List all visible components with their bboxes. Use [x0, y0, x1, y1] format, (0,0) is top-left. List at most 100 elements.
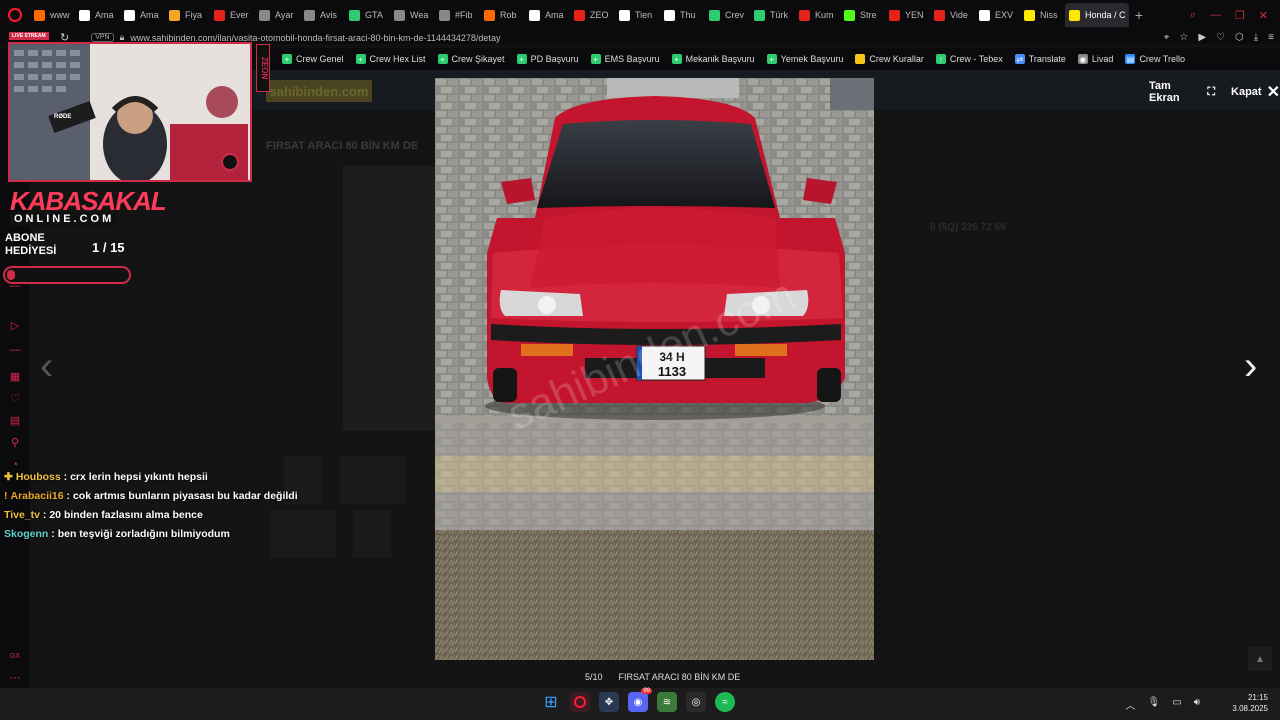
bookmark-item[interactable]: ◉ Livad [1077, 54, 1113, 64]
spotify-icon[interactable]: ≈ [715, 692, 735, 712]
close-icon: ✕ [1266, 84, 1280, 101]
tab-label: Honda / C [1085, 10, 1126, 20]
tab-label: Ama [545, 10, 564, 20]
thumbnail[interactable] [353, 510, 391, 558]
maximize-button[interactable]: ❐ [1235, 9, 1245, 22]
windows-start-icon[interactable]: ⊞ [541, 692, 561, 712]
minimize-button[interactable]: — [1210, 9, 1221, 22]
scroll-top-button[interactable]: ▲ [1248, 647, 1272, 671]
tab-favicon-icon [349, 9, 360, 21]
tab-20[interactable]: Vide [930, 3, 975, 27]
chat-message: ! Arabacii16 : cok artmıs bunların piyasa… [4, 487, 298, 506]
tab-4[interactable]: Ever [210, 3, 255, 27]
car-photo-image: 34 H 1133 sahibinden.com [435, 78, 874, 660]
bookmark-item[interactable]: + Crew Hex List [355, 54, 426, 64]
opera-menu-button[interactable] [0, 0, 30, 30]
tab-1[interactable]: Ama [75, 3, 120, 27]
display-tray-icon[interactable]: ▭ [1172, 697, 1181, 712]
tab-16[interactable]: Türk [750, 3, 795, 27]
webcam-image: RØDE [10, 44, 250, 180]
tab-6[interactable]: Avis [300, 3, 345, 27]
bookmark-item[interactable]: ↑ Crew - Tebex [935, 54, 1003, 64]
taskbar-clock[interactable]: 21:15 3.08.2025 [1232, 692, 1268, 714]
extensions-icon[interactable]: ⬡ [1235, 32, 1244, 43]
bookmark-item[interactable]: + Yemek Başvuru [766, 54, 843, 64]
tab-active[interactable]: Honda / C [1065, 3, 1129, 27]
player-icon[interactable]: ▷ [9, 320, 21, 332]
window-controls: ⌕ — ❐ ✕ [1178, 9, 1280, 22]
tab-21[interactable]: EXV [975, 3, 1020, 27]
next-photo-button[interactable]: › [1244, 346, 1257, 386]
search-tabs-icon[interactable]: ⌕ [1190, 9, 1196, 22]
bookmark-icon: ↑ [935, 54, 946, 64]
tab-3[interactable]: Fiya [165, 3, 210, 27]
site-logo[interactable]: sahibinden.com [266, 80, 372, 102]
mic-tray-icon[interactable]: 🎙︎ [1148, 697, 1161, 712]
tab-10[interactable]: Rob [480, 3, 525, 27]
previous-photo-button[interactable]: ‹ [40, 346, 53, 386]
new-tab-button[interactable]: + [1129, 7, 1149, 23]
bookmark-item[interactable]: Crew Kurallar [855, 54, 924, 64]
tray-chevron-icon[interactable]: ︿ [1126, 697, 1136, 712]
tab-17[interactable]: Kum [795, 3, 840, 27]
layers-app-icon[interactable]: ≋ [657, 692, 677, 712]
fullscreen-label: Tam Ekran [1149, 80, 1180, 104]
bookmark-icon[interactable]: ☆ [1179, 32, 1188, 43]
chat-username: Tive_tv [4, 509, 40, 521]
bookmark-item[interactable]: + Mekanik Başvuru [671, 54, 755, 64]
bookmark-icon: + [355, 54, 366, 64]
discord-icon[interactable]: ◉ 99 [628, 688, 652, 712]
download-icon[interactable]: ⤓ [1254, 32, 1258, 43]
gx-icon[interactable]: GX [9, 651, 21, 663]
fullscreen-icon: ⛶ [1207, 85, 1216, 98]
snapshot-icon[interactable]: ⌖ [1164, 32, 1170, 43]
chat-separator: : [63, 490, 73, 502]
heart-icon[interactable]: ♡ [9, 393, 21, 405]
tab-7[interactable]: GTA [345, 3, 390, 27]
thumbnail[interactable] [340, 456, 406, 504]
close-window-button[interactable]: ✕ [1259, 9, 1268, 22]
close-lightbox-button[interactable]: Kapat ✕ [1231, 82, 1280, 102]
bookmark-item[interactable]: + Crew Şikayet [437, 54, 505, 64]
obs-icon[interactable]: ◎ [686, 692, 706, 712]
bookmark-item[interactable]: + EMS Başvuru [590, 54, 660, 64]
heart-icon[interactable]: ♡ [1216, 32, 1225, 43]
volume-icon[interactable]: 🔊︎ [1194, 697, 1200, 712]
menu-icon[interactable]: ≡ [1268, 32, 1274, 43]
url-text[interactable]: www.sahibinden.com/ilan/vasita-otomobil-… [130, 33, 500, 43]
network-app-icon[interactable]: ✥ [599, 692, 619, 712]
fullscreen-button[interactable]: Tam Ekran ⛶ [1149, 80, 1215, 104]
tab-13[interactable]: Tien [615, 3, 660, 27]
goal-label-line-1: ABONE [5, 232, 45, 244]
apps-icon[interactable]: ▦ [9, 371, 21, 383]
tab-15[interactable]: Crev [705, 3, 750, 27]
tab-9[interactable]: #Fib [435, 3, 480, 27]
tab-19[interactable]: YEN [885, 3, 930, 27]
opera-gx-taskbar-icon[interactable] [570, 692, 590, 712]
bookmark-item[interactable]: ▤ Crew Trello [1125, 54, 1185, 64]
tab-22[interactable]: Niss [1020, 3, 1065, 27]
play-icon[interactable]: ▶ [1198, 32, 1206, 43]
tab-11[interactable]: Ama [525, 3, 570, 27]
history-icon[interactable]: ▤ [9, 415, 21, 427]
tab-5[interactable]: Ayar [255, 3, 300, 27]
tab-2[interactable]: Ama [120, 3, 165, 27]
tab-12[interactable]: ZEO [570, 3, 615, 27]
bookmark-item[interactable]: + Crew Genel [282, 54, 344, 64]
tab-18[interactable]: Stre [840, 3, 885, 27]
bookmark-item[interactable]: + PD Başvuru [516, 54, 579, 64]
bookmark-label: Crew Trello [1139, 54, 1185, 64]
bookmark-item[interactable]: ⇄ Translate [1014, 54, 1066, 64]
vpn-badge[interactable]: VPN [91, 33, 114, 42]
discord-notification-badge: 99 [641, 688, 652, 694]
more-icon[interactable]: ⋯ [9, 672, 21, 684]
opera-logo-icon [8, 8, 22, 22]
tab-label: Ever [230, 10, 249, 20]
tab-0[interactable]: www [30, 3, 75, 27]
pin-icon[interactable]: ⚲ [9, 437, 21, 449]
dash-icon[interactable]: — [9, 344, 21, 356]
subscriber-goal-count: 1 / 15 [92, 240, 125, 255]
bookmark-icon: + [282, 54, 292, 64]
tab-14[interactable]: Thu [660, 3, 705, 27]
tab-8[interactable]: Wea [390, 3, 435, 27]
